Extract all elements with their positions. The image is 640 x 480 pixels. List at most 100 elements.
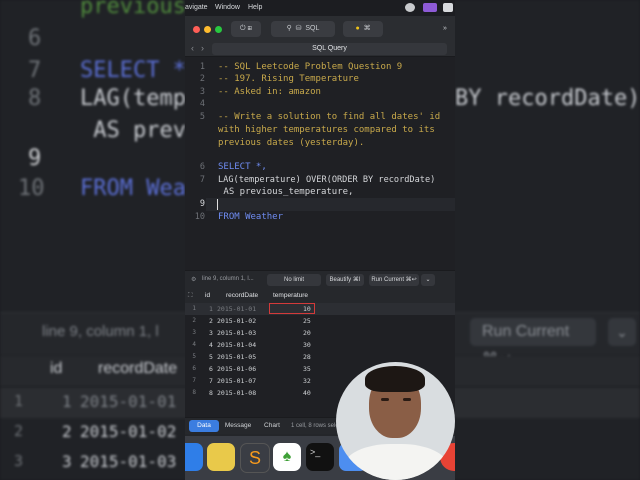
menu-navigate[interactable]: avigate bbox=[185, 4, 208, 11]
beautify-button[interactable]: Beautify ⌘I bbox=[326, 274, 364, 286]
table-row[interactable]: 2 2 2015-01-02 25 bbox=[185, 315, 455, 327]
menu-help[interactable]: Help bbox=[248, 4, 262, 11]
zoom-window-button[interactable] bbox=[215, 26, 222, 33]
current-line-highlight bbox=[206, 198, 455, 211]
cell-recorddate[interactable]: 2015-01-01 bbox=[217, 305, 256, 313]
presenter-eye bbox=[403, 398, 411, 401]
cell-id[interactable]: 2 bbox=[209, 317, 213, 325]
bg-line-number: 6 bbox=[28, 26, 42, 51]
cell-temperature[interactable]: 32 bbox=[303, 377, 311, 385]
presenter-eye bbox=[381, 398, 389, 401]
screen-record-icon[interactable] bbox=[423, 3, 437, 12]
code-line: previous dates (yesterday). bbox=[218, 138, 365, 148]
tab-sql-query[interactable]: SQL Query bbox=[212, 43, 447, 55]
cell-temperature[interactable]: 25 bbox=[303, 317, 311, 325]
column-header-id[interactable]: id bbox=[205, 292, 210, 299]
bg-code-from: FROM Wea bbox=[80, 176, 186, 201]
run-current-button[interactable]: Run Current ⌘↩ bbox=[369, 274, 419, 286]
cell-temperature[interactable]: 28 bbox=[303, 353, 311, 361]
cell-recorddate[interactable]: 2015-01-04 bbox=[217, 341, 256, 349]
bg-row-id: 2 bbox=[62, 422, 72, 441]
database-icon[interactable]: ⛁ bbox=[296, 25, 302, 32]
limit-select[interactable]: No limit bbox=[267, 274, 321, 286]
cell-temperature[interactable]: 40 bbox=[303, 389, 311, 397]
cell-id[interactable]: 7 bbox=[209, 377, 213, 385]
cell-recorddate[interactable]: 2015-01-05 bbox=[217, 353, 256, 361]
menu-bar: avigate Window Help bbox=[185, 0, 455, 16]
cell-id[interactable]: 3 bbox=[209, 329, 213, 337]
tableplus-icon[interactable] bbox=[207, 443, 235, 471]
code-line: with higher temperatures compared to its bbox=[218, 125, 435, 135]
line-number: 9 bbox=[199, 199, 205, 209]
cell-id[interactable]: 1 bbox=[209, 305, 213, 313]
bg-row-id: 1 bbox=[62, 392, 72, 411]
toggle-sidebar-button[interactable]: ⏻ ⊞ bbox=[231, 21, 261, 37]
code-line: AS previous_temperature, bbox=[218, 187, 354, 197]
connect-icon[interactable]: ⚲ bbox=[287, 25, 292, 32]
bg-run-button: Run Current ⌘↩ bbox=[470, 318, 596, 368]
tab-chart[interactable]: Chart bbox=[257, 420, 287, 432]
wifi-icon[interactable] bbox=[443, 3, 453, 12]
more-icon[interactable]: » bbox=[438, 21, 452, 37]
cell-id[interactable]: 4 bbox=[209, 341, 213, 349]
row-index: 8 bbox=[192, 389, 196, 396]
row-index: 4 bbox=[192, 341, 196, 348]
webcam-overlay bbox=[336, 362, 455, 480]
row-index: 3 bbox=[192, 329, 196, 336]
cell-recorddate[interactable]: 2015-01-03 bbox=[217, 329, 256, 337]
warning-icon[interactable]: ● bbox=[355, 25, 359, 32]
tab-bar: ‹ › SQL Query bbox=[185, 42, 455, 57]
text-caret bbox=[217, 199, 218, 210]
cell-temperature[interactable]: 35 bbox=[303, 365, 311, 373]
bg-col-id: id bbox=[50, 360, 63, 377]
selected-cell-outline bbox=[269, 303, 315, 314]
sql-button[interactable]: SQL bbox=[305, 25, 319, 32]
finder-icon[interactable] bbox=[185, 443, 203, 471]
cell-recorddate[interactable]: 2015-01-07 bbox=[217, 377, 256, 385]
cell-temperature[interactable]: 30 bbox=[303, 341, 311, 349]
cell-id[interactable]: 8 bbox=[209, 389, 213, 397]
discord-icon[interactable] bbox=[405, 3, 415, 12]
alert-group: ● ⌘ bbox=[343, 21, 383, 37]
close-window-button[interactable] bbox=[193, 26, 200, 33]
cell-recorddate[interactable]: 2015-01-08 bbox=[217, 389, 256, 397]
sliders-icon[interactable]: ⚙ bbox=[191, 276, 196, 283]
forward-icon[interactable]: › bbox=[201, 43, 204, 53]
window-toolbar: ⏻ ⊞ ⚲ ⛁ SQL ● ⌘ » bbox=[185, 16, 455, 42]
column-header-recorddate[interactable]: recordDate bbox=[226, 292, 258, 299]
column-header-temperature[interactable]: temperature bbox=[273, 292, 308, 299]
command-icon[interactable]: ⌘ bbox=[364, 25, 371, 32]
minimize-window-button[interactable] bbox=[204, 26, 211, 33]
connection-group: ⚲ ⛁ SQL bbox=[271, 21, 335, 37]
table-row[interactable]: 5 5 2015-01-05 28 bbox=[185, 351, 455, 363]
grid-corner-icon[interactable]: ⛶ bbox=[188, 292, 193, 300]
code-line: FROM Weather bbox=[218, 212, 284, 222]
line-number: 7 bbox=[199, 175, 205, 185]
chevron-down-icon[interactable]: ⌄ bbox=[421, 274, 435, 286]
cell-recorddate[interactable]: 2015-01-06 bbox=[217, 365, 256, 373]
cell-recorddate[interactable]: 2015-01-02 bbox=[217, 317, 256, 325]
tab-message[interactable]: Message bbox=[221, 420, 255, 432]
line-number: 6 bbox=[199, 162, 205, 172]
terminal-icon[interactable]: >_ bbox=[306, 443, 334, 471]
tab-data[interactable]: Data bbox=[189, 420, 219, 432]
bg-status-text: line 9, column 1, l bbox=[42, 323, 159, 340]
cell-id[interactable]: 5 bbox=[209, 353, 213, 361]
mongodb-icon[interactable]: ♠ bbox=[273, 443, 301, 471]
bg-row-idx: 3 bbox=[14, 452, 24, 470]
line-number: 1 bbox=[199, 62, 205, 72]
sublime-icon[interactable]: S bbox=[240, 443, 270, 473]
code-line: -- SQL Leetcode Problem Question 9 bbox=[218, 62, 403, 72]
bg-row-idx: 2 bbox=[14, 422, 24, 440]
bg-code-previous: previous bbox=[80, 0, 186, 19]
table-row[interactable]: 1 1 2015-01-01 10 bbox=[185, 303, 455, 315]
back-icon[interactable]: ‹ bbox=[191, 43, 194, 53]
table-row[interactable]: 3 3 2015-01-03 20 bbox=[185, 327, 455, 339]
table-row[interactable]: 4 4 2015-01-04 30 bbox=[185, 339, 455, 351]
row-index: 6 bbox=[192, 365, 196, 372]
cell-id[interactable]: 6 bbox=[209, 365, 213, 373]
cell-temperature[interactable]: 20 bbox=[303, 329, 311, 337]
menu-window[interactable]: Window bbox=[215, 4, 240, 11]
sql-editor[interactable]: 1 2 3 4 5 6 7 9 10 -- SQL Leetcode Probl… bbox=[185, 57, 455, 270]
bg-code-select: SELECT *, bbox=[80, 58, 200, 83]
